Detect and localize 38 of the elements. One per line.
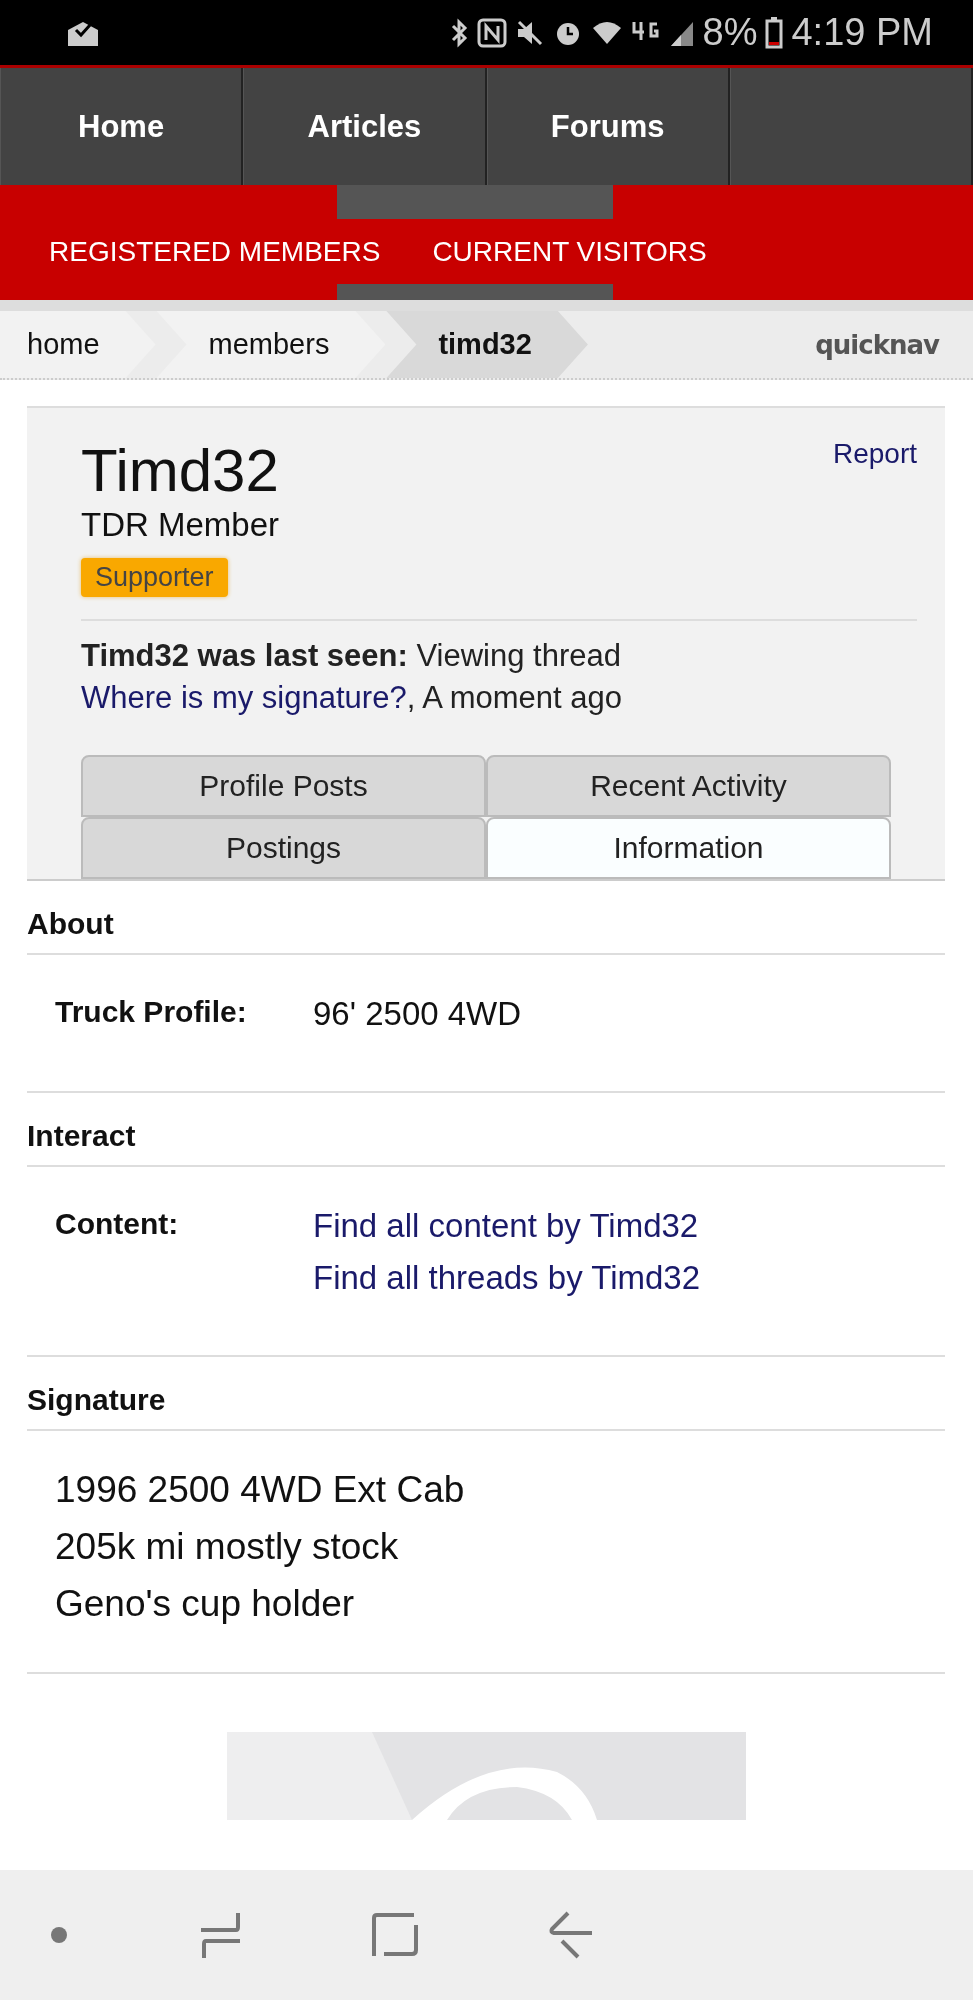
field-label: Content: bbox=[55, 1206, 180, 1242]
recent-apps-icon[interactable] bbox=[198, 1911, 242, 1959]
clock-time: 4:19 PM bbox=[791, 11, 933, 54]
signature-line: Geno's cup holder bbox=[55, 1581, 356, 1626]
last-seen-text: Timd32 was last seen: Viewing thread Where is my signature?, A moment ago bbox=[81, 637, 624, 717]
nav-tab[interactable]: Articles bbox=[243, 68, 487, 185]
thread-link[interactable]: Where is my signature? bbox=[81, 679, 407, 715]
section-heading: About bbox=[27, 880, 945, 955]
profile-tab[interactable]: Recent Activity bbox=[486, 754, 891, 817]
breadcrumb-item[interactable]: members bbox=[156, 311, 386, 378]
nfc-icon bbox=[476, 17, 507, 48]
content-link[interactable]: Find all threads by Timd32 bbox=[313, 1258, 701, 1297]
nav-tab[interactable]: Forums bbox=[486, 68, 730, 185]
content-link[interactable]: Find all content by Timd32 bbox=[313, 1206, 699, 1245]
battery-icon bbox=[765, 16, 784, 49]
quicknav-link[interactable]: quicknav bbox=[815, 329, 939, 360]
home-icon[interactable] bbox=[372, 1912, 418, 1958]
user-title: TDR Member bbox=[81, 506, 280, 544]
username: Timd32 bbox=[81, 438, 280, 504]
nav-tab[interactable]: Home bbox=[0, 68, 244, 185]
subnav-link[interactable]: REGISTERED MEMBERS bbox=[49, 235, 381, 268]
battery-percent: 8% bbox=[702, 11, 758, 54]
breadcrumb-item[interactable]: home bbox=[0, 311, 156, 378]
report-link[interactable]: Report bbox=[832, 438, 917, 597]
profile-tab[interactable]: Postings bbox=[81, 816, 486, 879]
signature-line: 1996 2500 4WD Ext Cab bbox=[55, 1467, 466, 1512]
section-heading: Signature bbox=[27, 1356, 945, 1431]
breadcrumb-item[interactable]: timd32 bbox=[386, 311, 588, 378]
subnav-link[interactable]: CURRENT VISITORS bbox=[432, 235, 707, 268]
profile-tab[interactable]: Profile Posts bbox=[81, 754, 486, 817]
dot-icon[interactable] bbox=[50, 1926, 68, 1944]
section-heading: Interact bbox=[27, 1092, 945, 1167]
profile-tab[interactable]: Information bbox=[486, 816, 891, 879]
supporter-badge: Supporter bbox=[81, 558, 228, 597]
back-icon[interactable] bbox=[548, 1911, 592, 1959]
field-value: 96' 2500 4WD bbox=[313, 994, 522, 1033]
field-label: Truck Profile: bbox=[55, 994, 248, 1030]
signature-line: 205k mi mostly stock bbox=[55, 1524, 400, 1569]
